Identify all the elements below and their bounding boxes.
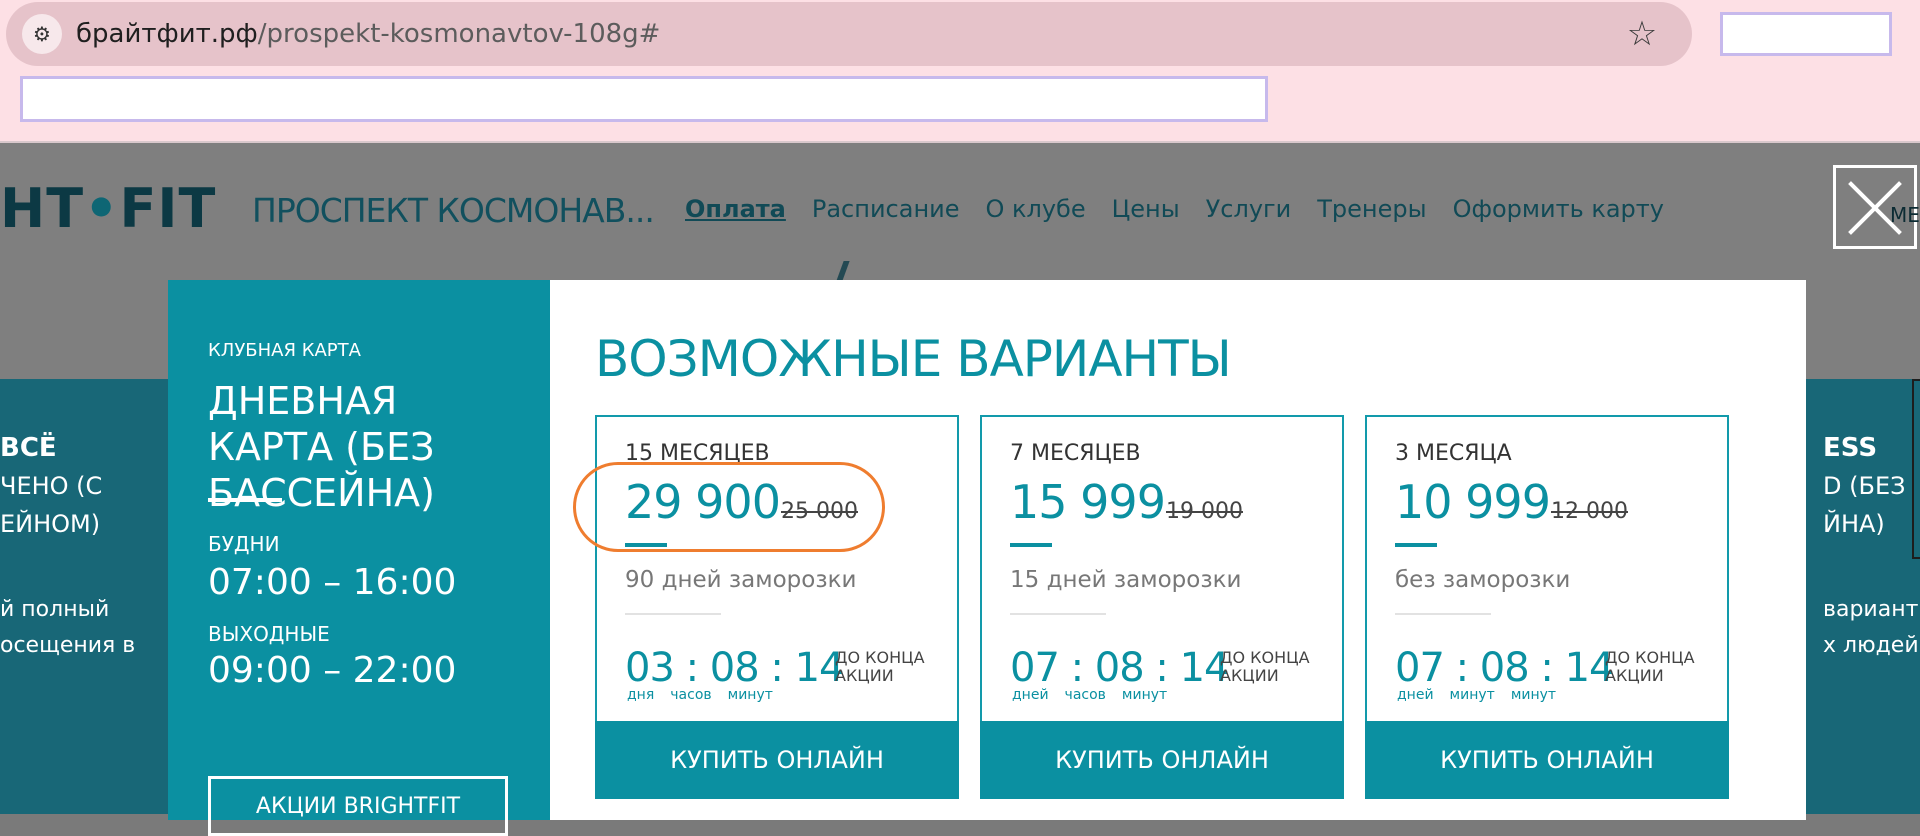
- buy-online-button[interactable]: КУПИТЬ ОНЛАЙН: [595, 721, 959, 799]
- right-plan-title: ESS: [1823, 433, 1878, 463]
- right-plan-line2: ЙНА): [1823, 510, 1885, 538]
- card-kicker: КЛУБНАЯ КАРТА: [208, 340, 361, 361]
- url-path: /prospekt-kosmonavtov-108g#: [257, 19, 661, 49]
- price-accent-bar: [1010, 543, 1052, 547]
- left-plan-line2: ЕЙНОМ): [0, 510, 101, 538]
- variants-heading: ВОЗМОЖНЫЕ ВАРИАНТЫ: [595, 330, 1232, 388]
- weekend-label: ВЫХОДНЫЕ: [208, 622, 330, 646]
- main-nav: Оплата Расписание О клубе Цены Услуги Тр…: [685, 195, 1664, 223]
- browser-toolbar: ⚙ брайтфит.рф/prospekt-kosmonavtov-108g#…: [0, 0, 1920, 143]
- plan-period: 3 МЕСЯЦА: [1395, 441, 1512, 466]
- countdown-units: дней часов минут: [1012, 687, 1168, 703]
- site-logo[interactable]: HT•FIT: [0, 177, 216, 240]
- weekend-time: 09:00 – 22:00: [208, 650, 457, 691]
- star-icon[interactable]: ☆: [1622, 14, 1662, 54]
- plan-card-7-months: 7 МЕСЯЦЕВ 15 999 19 000 15 дней заморозк…: [980, 415, 1344, 799]
- card-title: ДНЕВНАЯ КАРТА (БЕЗ БАССЕЙНА): [208, 379, 435, 515]
- countdown-caption: ДО КОНЦА АКЦИИ: [1605, 648, 1695, 685]
- club-name[interactable]: ПРОСПЕКТ КОСМОНАВ...: [252, 191, 655, 230]
- side-panel-edge: [1912, 379, 1920, 559]
- buy-online-button[interactable]: КУПИТЬ ОНЛАЙН: [980, 721, 1344, 799]
- extension-input-box[interactable]: [1720, 12, 1892, 56]
- plan-old-price: 19 000: [1166, 499, 1243, 524]
- divider: [208, 498, 282, 502]
- nav-item-services[interactable]: Услуги: [1206, 195, 1292, 223]
- countdown-units: дня часов минут: [627, 687, 773, 703]
- plan-period: 7 МЕСЯЦЕВ: [1010, 441, 1141, 466]
- nav-item-about[interactable]: О клубе: [986, 195, 1086, 223]
- price-accent-bar: [1395, 543, 1437, 547]
- promo-button[interactable]: АКЦИИ BRIGHTFIT: [208, 776, 508, 836]
- right-plan-line1: D (БЕЗ: [1823, 472, 1906, 500]
- plan-freeze: 90 дней заморозки: [625, 567, 857, 593]
- left-plan-desc1: й полный: [0, 597, 110, 622]
- weekdays-time: 07:00 – 16:00: [208, 562, 457, 603]
- divider: [625, 613, 721, 615]
- price-highlight-annotation: [573, 462, 885, 552]
- plan-card-3-months: 3 МЕСЯЦА 10 999 12 000 без заморозки 07 …: [1365, 415, 1729, 799]
- plan-price: 15 999: [1010, 475, 1166, 529]
- plan-price: 10 999: [1395, 475, 1551, 529]
- countdown-timer: 03 : 08 : 14: [625, 645, 845, 691]
- overlay-input-box[interactable]: [20, 76, 1268, 122]
- url-host: брайтфит.рф: [76, 19, 258, 49]
- left-plan-title: ВСЁ: [0, 433, 57, 463]
- countdown-caption: ДО КОНЦА АКЦИИ: [1220, 648, 1310, 685]
- countdown-timer: 07 : 08 : 14: [1395, 645, 1615, 691]
- weekdays-label: БУДНИ: [208, 532, 280, 556]
- right-plan-card[interactable]: ESS D (БЕЗ ЙНА) вариант х людей: [1805, 379, 1920, 814]
- nav-item-schedule[interactable]: Расписание: [812, 195, 960, 223]
- buy-online-button[interactable]: КУПИТЬ ОНЛАЙН: [1365, 721, 1729, 799]
- right-plan-desc2: х людей: [1823, 633, 1919, 658]
- tune-icon[interactable]: ⚙: [22, 14, 62, 54]
- left-plan-card[interactable]: ВСЁ ЧЕНО (С ЕЙНОМ) й полный осещения в: [0, 379, 170, 814]
- countdown-units: дней минут минут: [1397, 687, 1557, 703]
- nav-item-get-card[interactable]: Оформить карту: [1453, 195, 1664, 223]
- url-text[interactable]: брайтфит.рф/prospekt-kosmonavtov-108g#: [76, 18, 660, 50]
- nav-item-trainers[interactable]: Тренеры: [1317, 195, 1426, 223]
- countdown-caption: ДО КОНЦА АКЦИИ: [835, 648, 925, 685]
- nav-item-prices[interactable]: Цены: [1112, 195, 1180, 223]
- address-bar[interactable]: ⚙ брайтфит.рф/prospekt-kosmonavtov-108g#…: [6, 2, 1692, 66]
- countdown-timer: 07 : 08 : 14: [1010, 645, 1230, 691]
- left-plan-desc2: осещения в: [0, 633, 136, 658]
- divider: [1010, 613, 1106, 615]
- modal-sidebar: КЛУБНАЯ КАРТА ДНЕВНАЯ КАРТА (БЕЗ БАССЕЙН…: [168, 280, 550, 836]
- nav-item-payment[interactable]: Оплата: [685, 195, 786, 223]
- plan-freeze: без заморозки: [1395, 567, 1571, 593]
- left-plan-line1: ЧЕНО (С: [0, 472, 103, 500]
- plan-freeze: 15 дней заморозки: [1010, 567, 1242, 593]
- right-plan-desc1: вариант: [1823, 597, 1919, 622]
- plan-old-price: 12 000: [1551, 499, 1628, 524]
- background-heading-fragment: [836, 261, 910, 281]
- divider: [1395, 613, 1491, 615]
- menu-label[interactable]: МЕ: [1890, 203, 1920, 227]
